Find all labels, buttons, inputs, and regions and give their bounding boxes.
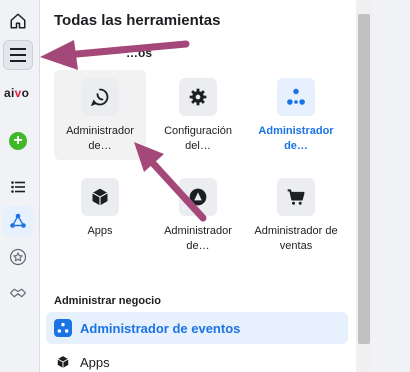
business-section-title: Administrar negocio	[54, 295, 161, 307]
tile-label: Administrador de…	[164, 225, 232, 252]
tile-label: Configuración del…	[164, 125, 232, 152]
events-icon	[277, 78, 315, 116]
cart-icon	[277, 178, 315, 216]
cube-icon	[54, 353, 72, 371]
list-icon[interactable]	[3, 172, 33, 202]
list-item-apps[interactable]: Apps	[46, 346, 348, 372]
events-icon[interactable]	[3, 206, 33, 236]
panel-title: Todas las herramientas	[54, 12, 221, 29]
tile-apps[interactable]: Apps	[54, 170, 146, 260]
whatsapp-icon	[81, 78, 119, 116]
list-item-events-manager[interactable]: Administrador de eventos	[46, 312, 348, 344]
tile-events-manager[interactable]: Administrador de…	[250, 70, 342, 160]
tile-label: Administrador de…	[258, 125, 334, 152]
page-background	[372, 0, 410, 372]
tile-whatsapp-manager[interactable]: Administrador de…	[54, 70, 146, 160]
home-icon[interactable]	[3, 6, 33, 36]
list-item-label: Administrador de eventos	[80, 320, 241, 336]
brand-logo[interactable]: aivo	[4, 86, 29, 100]
all-tools-panel: Todas las herramientas …os Administrador…	[40, 0, 356, 372]
panel-scrollbar[interactable]	[356, 0, 372, 372]
ads-icon	[179, 178, 217, 216]
scrollbar-thumb[interactable]	[358, 14, 370, 344]
tile-ads-manager[interactable]: Administrador de…	[152, 170, 244, 260]
gear-icon	[179, 78, 217, 116]
menu-icon[interactable]	[3, 40, 33, 70]
left-rail: aivo +	[0, 0, 40, 372]
handshake-icon[interactable]	[3, 278, 33, 308]
cube-icon	[81, 178, 119, 216]
tile-label: Administrador de…	[66, 125, 134, 152]
list-item-label: Apps	[80, 354, 110, 370]
star-icon[interactable]	[3, 242, 33, 272]
plus-icon[interactable]: +	[3, 126, 33, 156]
events-icon	[54, 319, 72, 337]
section-title-partial: …os	[126, 46, 153, 60]
tile-label: Administrador de ventas	[254, 225, 338, 252]
tile-label: Apps	[87, 225, 113, 237]
tile-sales-manager[interactable]: Administrador de ventas	[250, 170, 342, 260]
tile-settings[interactable]: Configuración del…	[152, 70, 244, 160]
